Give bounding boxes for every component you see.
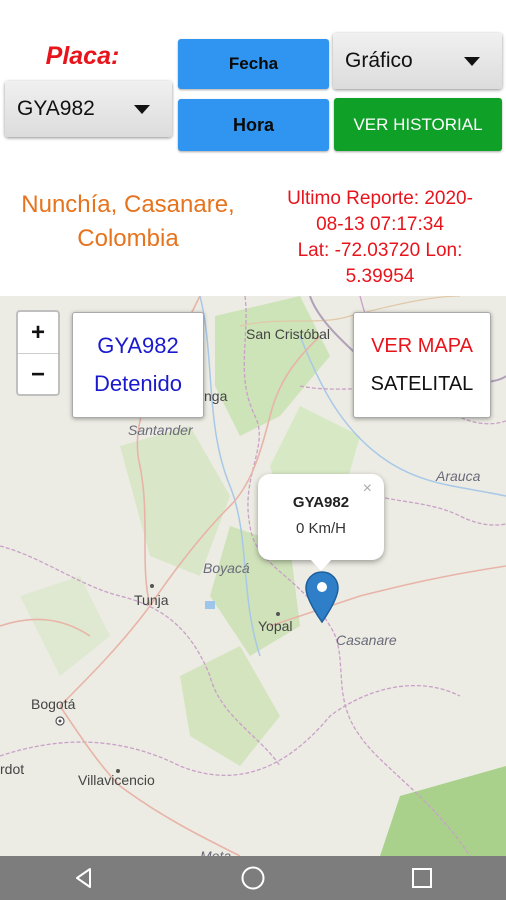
- report-line: Ultimo Reporte: 2020-: [287, 188, 473, 209]
- vehicle-popup: GYA982 0 Km/H ×: [258, 474, 384, 571]
- location-text: Nunchía, Casanare, Colombia: [21, 191, 235, 252]
- map-label-casanare: Casanare: [336, 632, 397, 648]
- satellite-button-line2: SATELITAL: [370, 373, 474, 395]
- chevron-down-icon: [134, 105, 150, 114]
- popup-speed: 0 Km/H: [295, 520, 346, 537]
- grafico-select-value: Gráfico: [345, 49, 413, 72]
- map-view[interactable]: San Cristóbal nga Santander Arauca Boyac…: [0, 296, 506, 856]
- report-info: Ultimo Reporte: 2020- 08-13 07:17:34 Lat…: [258, 186, 502, 290]
- map-label-nga: nga: [204, 388, 228, 404]
- ver-historial-button[interactable]: VER HISTORIAL: [334, 98, 502, 151]
- map-label-san-cristobal: San Cristóbal: [246, 326, 331, 342]
- fecha-button-label: Fecha: [228, 54, 279, 73]
- hora-button[interactable]: Hora: [178, 99, 329, 151]
- zoom-in-button[interactable]: +: [18, 312, 58, 354]
- map-label-boyaca: Boyacá: [203, 560, 250, 576]
- map-label-arauca: Arauca: [436, 468, 481, 484]
- location-pin-icon[interactable]: [304, 570, 340, 626]
- map-label-santander: Santander: [128, 422, 193, 438]
- map-label-meta: Meta: [200, 848, 232, 856]
- grafico-select[interactable]: Gráfico: [333, 33, 502, 89]
- satellite-map-button[interactable]: VER MAPA SATELITAL: [353, 312, 491, 418]
- system-nav-bar: [0, 856, 506, 900]
- placa-select-value: GYA982: [17, 97, 95, 120]
- map-label-villavicencio: Villavicencio: [78, 772, 155, 788]
- recents-icon[interactable]: [392, 856, 452, 900]
- vehicle-plate: GYA982: [97, 333, 179, 358]
- zoom-control: + −: [16, 310, 60, 396]
- report-line: 5.39954: [345, 266, 415, 287]
- map-label-rdot: rdot: [0, 761, 25, 777]
- satellite-button-line1: VER MAPA: [371, 335, 473, 357]
- back-icon[interactable]: [54, 856, 114, 900]
- map-label-bogota: Bogotá: [31, 696, 76, 712]
- ver-historial-label: VER HISTORIAL: [353, 114, 483, 134]
- placa-select[interactable]: GYA982: [5, 81, 172, 137]
- home-icon[interactable]: [223, 856, 283, 900]
- fecha-button[interactable]: Fecha: [178, 39, 329, 89]
- map-label-tunja: Tunja: [134, 592, 169, 608]
- vehicle-status-box: GYA982 Detenido: [72, 312, 204, 418]
- vehicle-status: Detenido: [93, 371, 183, 396]
- chevron-down-icon: [464, 57, 480, 66]
- placa-label: Placa:: [45, 42, 120, 70]
- popup-close-button[interactable]: ×: [363, 480, 372, 498]
- map-label-yopal: Yopal: [258, 618, 293, 634]
- report-line: Lat: -72.03720 Lon:: [297, 240, 463, 261]
- hora-button-label: Hora: [232, 114, 274, 135]
- report-line: 08-13 07:17:34: [316, 214, 444, 235]
- zoom-out-button[interactable]: −: [18, 354, 58, 395]
